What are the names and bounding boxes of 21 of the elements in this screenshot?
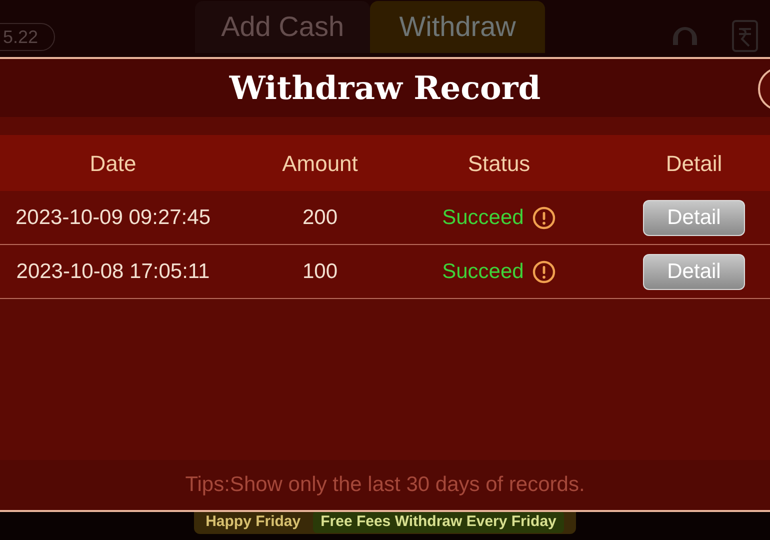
- amount-cell-text: 100: [301, 258, 339, 285]
- detail-button[interactable]: Detail: [643, 254, 745, 290]
- banner-title: Happy Friday: [206, 512, 301, 532]
- status-text: Succeed: [442, 258, 524, 285]
- column-header: Date: [88, 150, 138, 178]
- banner-subtitle: Free Fees Withdraw Every Friday: [312, 510, 564, 534]
- tab[interactable]: Add Cash: [195, 1, 370, 53]
- dialog-title: Withdraw Record: [229, 68, 541, 109]
- status-text: Succeed: [442, 204, 524, 231]
- tab[interactable]: Withdraw: [370, 1, 546, 53]
- column-header: Status: [466, 150, 532, 178]
- tips-text: Tips:Show only the last 30 days of records.: [185, 472, 585, 498]
- column-header: Detail: [664, 150, 724, 178]
- detail-button[interactable]: Detail: [643, 200, 745, 236]
- column-header: Amount: [281, 150, 359, 178]
- balance-pill: 5.22: [0, 23, 56, 51]
- amount-cell-text: 200: [301, 204, 339, 231]
- info-icon[interactable]: [532, 206, 556, 230]
- info-icon[interactable]: [532, 260, 556, 284]
- date-cell-text: 2023-10-09 09:27:45: [14, 204, 212, 231]
- date-cell-text: 2023-10-08 17:05:11: [15, 258, 211, 285]
